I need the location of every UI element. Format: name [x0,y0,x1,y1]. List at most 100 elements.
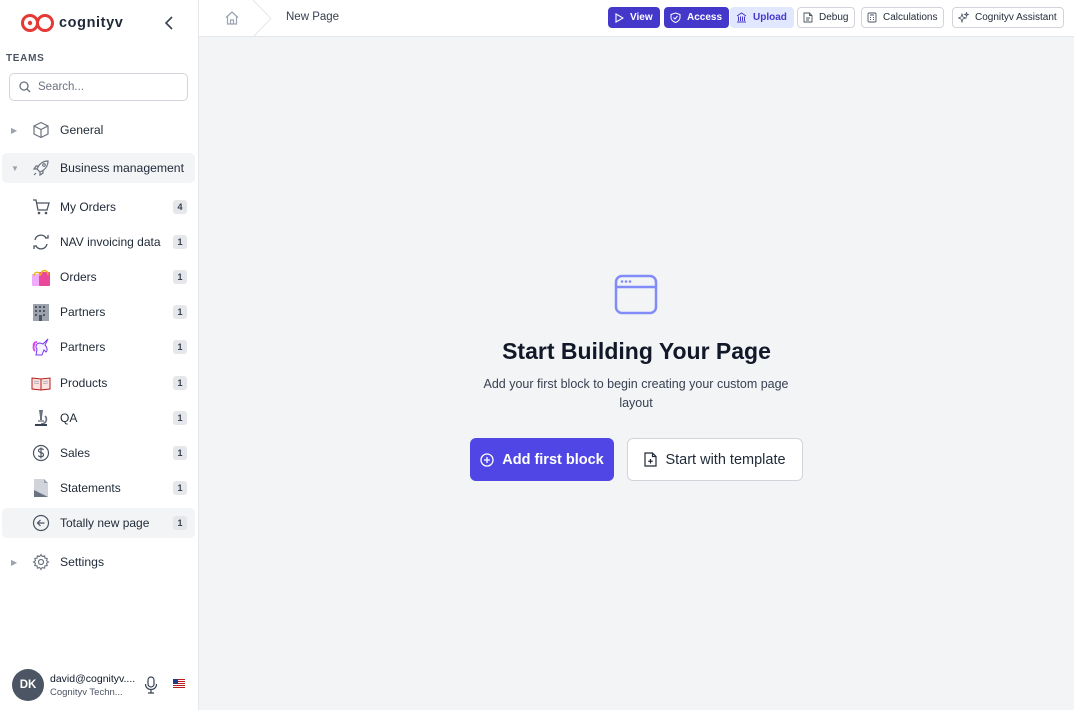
user-info: david@cognityv.... Cognityv Techn... [50,673,138,698]
user-profile[interactable]: DK david@cognityv.... Cognityv Techn... [12,668,192,702]
main-content: Start Building Your Page Add your first … [199,37,1074,710]
caret-down-icon[interactable]: ▼ [11,164,19,173]
sidebar-item-label: NAV invoicing data [60,235,161,249]
sidebar-item-label: Partners [60,305,106,319]
cube-icon [31,120,51,140]
shield-check-icon [670,12,681,23]
add-first-block-button[interactable]: Add first block [470,438,614,481]
cognityv-logo-icon [21,14,54,32]
sidebar: cognityv TEAMS ▶ General ▼ Business mana… [0,0,199,710]
refresh-icon [31,232,51,252]
start-with-template-label: Start with template [665,451,786,468]
sidebar-item-orders[interactable]: Orders 1 [2,262,195,292]
sidebar-item-label: Totally new page [60,516,150,530]
sidebar-item-partners-building[interactable]: Partners 1 [2,297,195,327]
sidebar-item-label: My Orders [60,200,117,214]
document-icon [31,478,51,498]
us-flag-icon[interactable] [173,679,185,688]
open-book-icon [31,373,51,393]
access-button[interactable]: Access [664,7,730,28]
caret-right-icon[interactable]: ▶ [11,558,17,567]
count-badge: 1 [173,235,187,249]
sidebar-item-label: Sales [60,446,91,460]
file-plus-icon [644,452,658,467]
start-with-template-button[interactable]: Start with template [627,438,803,481]
view-button[interactable]: View [608,7,660,28]
app-logo[interactable]: cognityv [20,10,123,36]
shopping-bags-icon [31,267,51,287]
microphone-icon[interactable] [143,676,159,694]
assistant-button-label: Cognityv Assistant [975,12,1057,23]
sidebar-item-qa[interactable]: QA 1 [2,403,195,433]
topbar: New Page View Access Upload Debug Calcul… [199,0,1074,37]
play-icon [615,12,624,23]
count-badge: 1 [173,481,187,495]
assistant-button[interactable]: Cognityv Assistant [952,7,1064,28]
plus-circle-icon [480,452,494,467]
sparkles-icon [958,12,969,23]
sidebar-item-sales[interactable]: Sales 1 [2,438,195,468]
sidebar-item-label: Products [60,376,108,390]
sidebar-item-settings[interactable]: ▶ Settings [2,547,195,577]
upload-button-label: Upload [753,12,787,23]
sidebar-item-statements[interactable]: Statements 1 [2,473,195,503]
count-badge: 4 [173,200,187,214]
calculator-icon [867,12,877,23]
avatar[interactable]: DK [12,669,44,701]
sidebar-item-label: Orders [60,270,97,284]
user-organization: Cognityv Techn... [50,686,123,698]
sidebar-item-label: QA [60,411,78,425]
count-badge: 1 [173,270,187,284]
sidebar-item-label: Business management [60,161,184,175]
empty-state-title: Start Building Your Page [502,338,771,364]
count-badge: 1 [173,376,187,390]
sidebar-item-general[interactable]: ▶ General [2,115,195,145]
collapse-sidebar-button[interactable] [160,14,178,32]
gear-icon [31,552,51,572]
debug-button[interactable]: Debug [797,7,856,28]
caret-right-icon[interactable]: ▶ [11,126,17,135]
calculations-button-label: Calculations [883,12,938,23]
dollar-circle-icon [31,443,51,463]
breadcrumb-current[interactable]: New Page [286,11,339,23]
search-input[interactable] [38,81,178,93]
chevron-left-icon [164,16,173,30]
rocket-icon [31,158,51,178]
count-badge: 1 [173,305,187,319]
home-icon[interactable] [224,10,240,26]
count-badge: 1 [173,340,187,354]
sidebar-item-totally-new-page[interactable]: Totally new page 1 [2,508,195,538]
sidebar-search[interactable] [9,73,188,101]
sidebar-item-my-orders[interactable]: My Orders 4 [2,192,195,222]
access-button-label: Access [687,12,723,23]
microscope-icon [31,408,51,428]
sidebar-item-label: General [60,123,104,137]
sidebar-item-nav-invoicing-data[interactable]: NAV invoicing data 1 [2,227,195,257]
search-icon [19,81,31,93]
add-first-block-label: Add first block [502,451,604,468]
empty-state-description: Add your first block to begin creating y… [483,377,789,410]
unicorn-icon [31,337,51,357]
file-text-icon [803,12,813,23]
upload-button[interactable]: Upload [730,7,794,28]
count-badge: 1 [173,411,187,425]
cart-icon [31,197,51,217]
count-badge: 1 [173,516,187,530]
sidebar-item-label: Settings [60,555,105,569]
count-badge: 1 [173,446,187,460]
arrow-left-circle-icon [31,513,51,533]
calculations-button[interactable]: Calculations [861,7,945,28]
logo-text: cognityv [59,15,124,31]
breadcrumb-separator-icon [252,0,272,37]
office-building-icon [31,302,51,322]
sidebar-item-label: Partners [60,340,106,354]
browser-window-icon [614,274,658,315]
debug-button-label: Debug [819,12,849,23]
teams-heading: TEAMS [6,53,45,64]
sidebar-item-business-management[interactable]: ▼ Business management [2,153,195,183]
view-button-label: View [630,12,653,23]
sidebar-item-partners-unicorn[interactable]: Partners 1 [2,332,195,362]
user-email: david@cognityv.... [50,672,136,685]
sidebar-item-products[interactable]: Products 1 [2,368,195,398]
sidebar-item-label: Statements [60,481,121,495]
